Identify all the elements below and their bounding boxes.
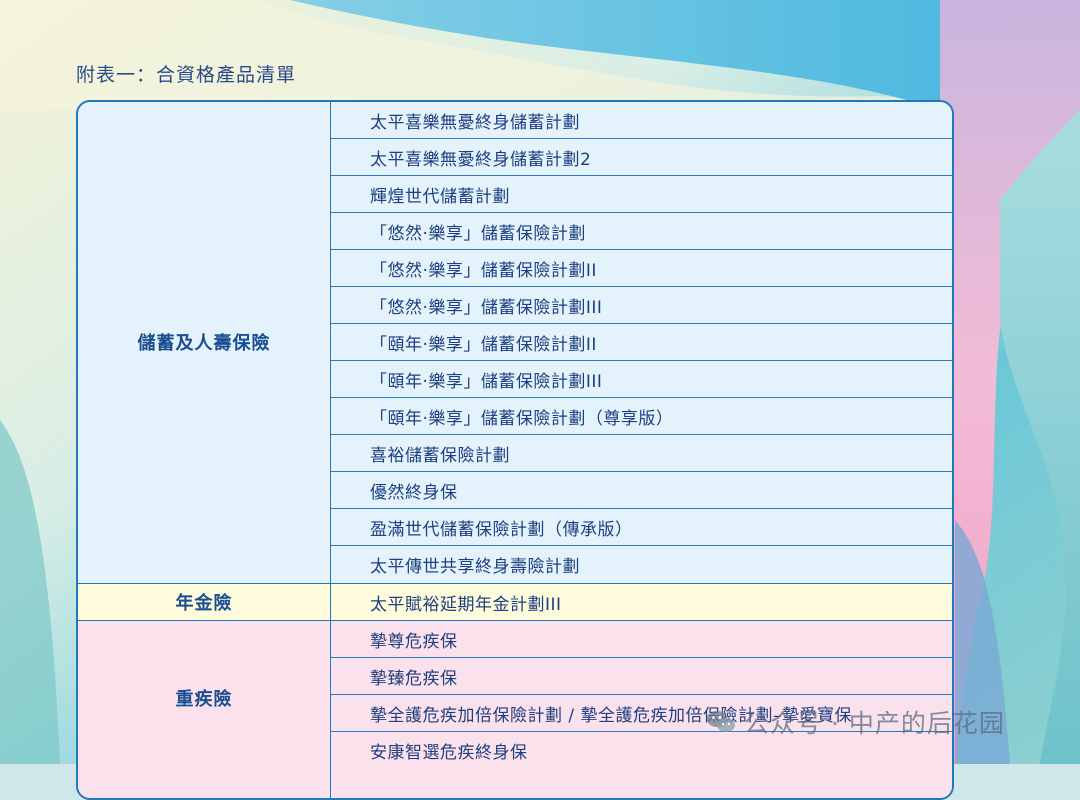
product-list: 太平喜樂無憂終身儲蓄計劃 太平喜樂無憂終身儲蓄計劃2 輝煌世代儲蓄計劃 「悠然‧… [331,102,952,583]
eligible-products-table: 儲蓄及人壽保險 太平喜樂無憂終身儲蓄計劃 太平喜樂無憂終身儲蓄計劃2 輝煌世代儲… [76,100,954,800]
watermark: 公众号 · 中产的后花园 [706,704,1005,740]
product-row: 太平喜樂無憂終身儲蓄計劃2 [331,139,952,176]
product-row: 太平賦裕延期年金計劃III [370,595,562,615]
product-row: 太平喜樂無憂終身儲蓄計劃 [331,102,952,139]
product-row: 「頤年‧樂享」儲蓄保險計劃III [331,361,952,398]
wechat-icon [707,711,735,732]
page-title: 附表一：合資格產品清單 [76,64,297,86]
category-group-savings-life: 儲蓄及人壽保險 太平喜樂無憂終身儲蓄計劃 太平喜樂無憂終身儲蓄計劃2 輝煌世代儲… [78,102,952,583]
product-row: 「悠然‧樂享」儲蓄保險計劃III [331,287,952,324]
category-label: 年金險 [78,584,331,620]
product-row: 「頤年‧樂享」儲蓄保險計劃（尊享版） [331,398,952,435]
product-list: 摯尊危疾保 摯臻危疾保 摯全護危疾加倍保險計劃 / 摯全護危疾加倍保險計劃–摯愛… [331,621,952,769]
product-row: 「頤年‧樂享」儲蓄保險計劃II [331,324,952,361]
product-row: 輝煌世代儲蓄計劃 [331,176,952,213]
category-label: 重疾險 [78,621,331,798]
product-list: 太平賦裕延期年金計劃III [331,584,952,621]
product-row: 太平傳世共享終身壽險計劃 [370,557,580,577]
watermark-text: 公众号 · 中产的后花园 [744,709,1005,738]
product-row: 盈滿世代儲蓄保險計劃（傳承版） [331,509,952,546]
product-row: 摯臻危疾保 [331,658,952,695]
product-row: 優然終身保 [331,472,952,509]
product-row: 喜裕儲蓄保險計劃 [331,435,952,472]
product-row: 「悠然‧樂享」儲蓄保險計劃II [331,250,952,287]
category-label: 儲蓄及人壽保險 [78,102,331,583]
product-row: 「悠然‧樂享」儲蓄保險計劃 [331,213,952,250]
product-row: 摯尊危疾保 [331,621,952,658]
category-group-annuity: 年金險 太平賦裕延期年金計劃III [78,583,952,620]
